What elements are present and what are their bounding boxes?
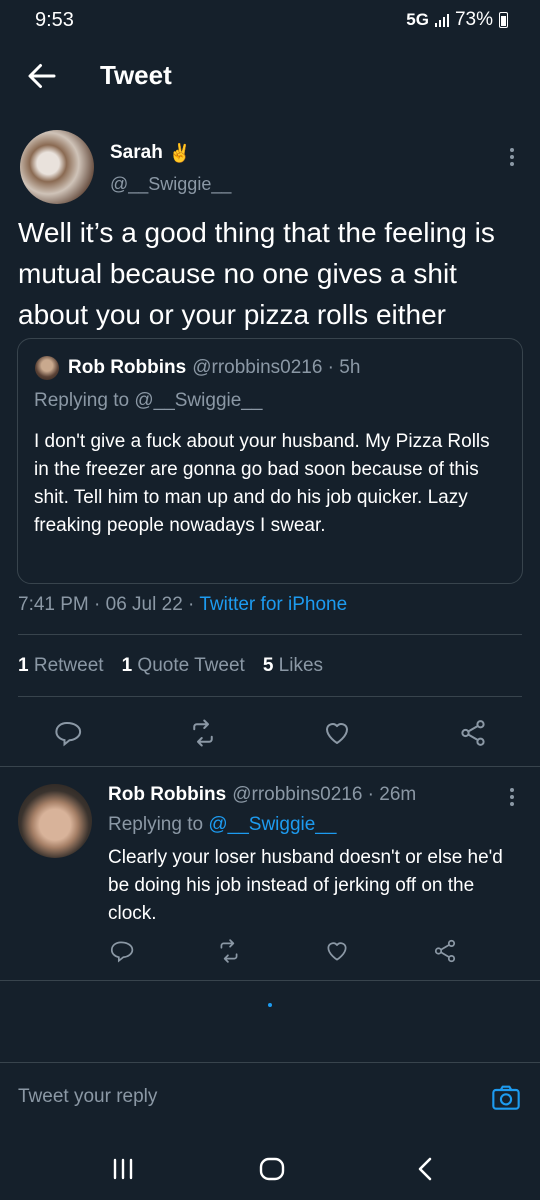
retweet-icon bbox=[220, 939, 238, 963]
back-button[interactable] bbox=[24, 58, 60, 94]
comment-icon bbox=[110, 941, 134, 963]
loading-indicator bbox=[268, 1003, 272, 1007]
tweet-source[interactable]: Twitter for iPhone bbox=[199, 594, 347, 615]
author-name[interactable]: Sarah bbox=[110, 142, 163, 164]
reply-author-row: Rob Robbins @rrobbins0216 · 26m bbox=[108, 784, 416, 806]
reply-button[interactable] bbox=[52, 718, 82, 753]
reply-text: Clearly your loser husband doesn't or el… bbox=[108, 847, 503, 924]
nav-back-button[interactable] bbox=[412, 1154, 440, 1189]
heart-icon bbox=[326, 723, 348, 744]
victory-hand-emoji: ✌️ bbox=[168, 142, 192, 163]
nav-recents-button[interactable] bbox=[110, 1156, 136, 1187]
reply-share-button[interactable] bbox=[432, 938, 458, 969]
arrow-left-icon bbox=[28, 64, 56, 88]
author-handle[interactable]: @__Swiggie__ bbox=[110, 174, 231, 195]
share-button[interactable] bbox=[458, 718, 488, 753]
signal-icon bbox=[434, 13, 449, 27]
home-icon bbox=[259, 1157, 285, 1181]
reply-replying-to: Replying to @__Swiggie__ bbox=[108, 814, 337, 835]
replying-to-handle-link[interactable]: @__Swiggie__ bbox=[208, 814, 336, 835]
recents-icon bbox=[113, 1158, 133, 1180]
divider bbox=[18, 634, 522, 635]
likes-stat[interactable]: 5 Likes bbox=[263, 655, 323, 677]
quote-stat[interactable]: 1 Quote Tweet bbox=[122, 655, 245, 677]
more-vertical-icon bbox=[510, 788, 514, 806]
heart-icon bbox=[327, 942, 347, 961]
divider bbox=[0, 766, 540, 767]
battery-icon bbox=[499, 12, 508, 28]
divider bbox=[18, 696, 522, 697]
status-time: 9:53 bbox=[35, 9, 74, 31]
quoted-author-name: Rob Robbins bbox=[68, 357, 187, 378]
composer-divider bbox=[0, 1062, 540, 1063]
reply-author-name[interactable]: Rob Robbins bbox=[108, 784, 226, 806]
retweet-button[interactable] bbox=[188, 718, 218, 753]
battery-percent: 73% bbox=[454, 9, 493, 30]
nav-home-button[interactable] bbox=[258, 1155, 286, 1188]
reply-author-avatar[interactable] bbox=[18, 784, 92, 858]
camera-icon bbox=[492, 1085, 520, 1110]
divider bbox=[0, 980, 540, 981]
quoted-tweet-text: I don't give a fuck about your husband. … bbox=[34, 431, 490, 536]
camera-button[interactable] bbox=[490, 1082, 522, 1119]
retweet-icon bbox=[193, 719, 213, 747]
status-indicators: 5G 73% bbox=[406, 9, 508, 31]
reply-more-options-button[interactable] bbox=[500, 782, 524, 812]
more-options-button[interactable] bbox=[500, 142, 524, 172]
tweet-meta: 7:41 PM · 06 Jul 22 · Twitter for iPhone bbox=[18, 594, 347, 616]
quoted-replying-to: Replying to @__Swiggie__ bbox=[34, 390, 263, 411]
tweet-timestamp: 7:41 PM · 06 Jul 22 · bbox=[18, 594, 200, 615]
retweet-stat[interactable]: 1 Retweet bbox=[18, 655, 104, 677]
system-nav-bar bbox=[0, 1120, 540, 1200]
reply-author-meta: @rrobbins0216 · 26m bbox=[232, 784, 417, 805]
reply-retweet-button[interactable] bbox=[216, 938, 242, 969]
share-icon bbox=[461, 720, 485, 746]
quoted-author-row: Rob Robbins @rrobbins0216 · 5h bbox=[68, 357, 360, 379]
network-label: 5G bbox=[406, 10, 429, 29]
like-button[interactable] bbox=[322, 718, 352, 753]
comment-icon bbox=[55, 721, 82, 747]
status-bar: 9:53 5G 73% bbox=[0, 0, 540, 42]
quoted-author-avatar bbox=[35, 356, 59, 380]
more-vertical-icon bbox=[510, 148, 514, 166]
back-chevron-icon bbox=[418, 1157, 432, 1181]
tweet-text: Well it’s a good thing that the feeling … bbox=[18, 217, 495, 330]
share-icon bbox=[434, 939, 456, 963]
reply-like-button[interactable] bbox=[324, 938, 350, 969]
reply-reply-button[interactable] bbox=[108, 938, 134, 969]
author-name-row: Sarah ✌️ bbox=[110, 142, 191, 164]
quoted-author-handle: @rrobbins0216 · 5h bbox=[192, 357, 361, 378]
tweet-stats: 1 Retweet 1 Quote Tweet 5 Likes bbox=[18, 655, 323, 677]
page-title: Tweet bbox=[100, 60, 172, 90]
avatar[interactable] bbox=[20, 130, 94, 204]
reply-input[interactable]: Tweet your reply bbox=[18, 1086, 157, 1108]
